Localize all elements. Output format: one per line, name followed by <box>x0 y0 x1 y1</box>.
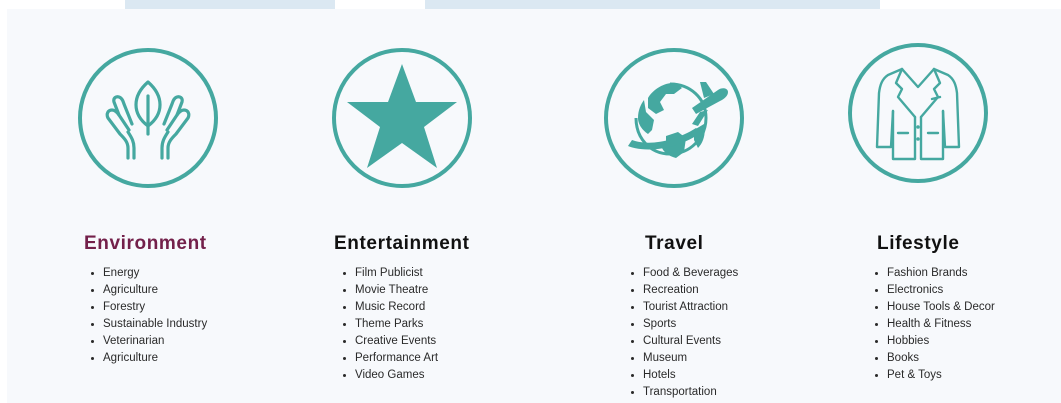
list-item: Film Publicist <box>340 265 438 282</box>
top-banner-strip <box>425 0 880 9</box>
list-item: Food & Beverages <box>628 265 738 282</box>
icon-circle <box>604 48 744 188</box>
hands-leaf-icon <box>105 80 191 160</box>
list-item: Museum <box>628 350 738 367</box>
blazer-icon <box>875 67 961 161</box>
list-item: Hobbies <box>872 333 995 350</box>
list-item: Health & Fitness <box>872 316 995 333</box>
list-item: Sustainable Industry <box>88 316 207 333</box>
list-item: Movie Theatre <box>340 282 438 299</box>
list-item: Theme Parks <box>340 316 438 333</box>
list-item: Pet & Toys <box>872 367 995 384</box>
list-item: Creative Events <box>340 333 438 350</box>
list-item: Agriculture <box>88 282 207 299</box>
list-item: Forestry <box>88 299 207 316</box>
category-item-list: Film Publicist Movie Theatre Music Recor… <box>340 265 438 384</box>
icon-circle <box>332 48 472 188</box>
list-item: Agriculture <box>88 350 207 367</box>
globe-airplane-icon <box>628 82 728 158</box>
list-item: House Tools & Decor <box>872 299 995 316</box>
category-item-list: Energy Agriculture Forestry Sustainable … <box>88 265 207 367</box>
top-banner-strip <box>125 0 335 9</box>
list-item: Books <box>872 350 995 367</box>
icon-circle <box>848 43 988 183</box>
list-item: Recreation <box>628 282 738 299</box>
list-item: Music Record <box>340 299 438 316</box>
category-title: Entertainment <box>334 233 470 254</box>
list-item: Tourist Attraction <box>628 299 738 316</box>
list-item: Transportation <box>628 384 738 401</box>
list-item: Performance Art <box>340 350 438 367</box>
star-icon <box>347 64 457 168</box>
category-title: Travel <box>645 233 704 254</box>
category-item-list: Fashion Brands Electronics House Tools &… <box>872 265 995 384</box>
list-item: Veterinarian <box>88 333 207 350</box>
category-title: Environment <box>84 233 207 254</box>
list-item: Video Games <box>340 367 438 384</box>
list-item: Sports <box>628 316 738 333</box>
list-item: Electronics <box>872 282 995 299</box>
icon-circle <box>78 48 218 188</box>
category-title: Lifestyle <box>877 233 960 254</box>
category-item-list: Food & Beverages Recreation Tourist Attr… <box>628 265 738 401</box>
list-item: Hotels <box>628 367 738 384</box>
list-item: Energy <box>88 265 207 282</box>
list-item: Fashion Brands <box>872 265 995 282</box>
list-item: Cultural Events <box>628 333 738 350</box>
